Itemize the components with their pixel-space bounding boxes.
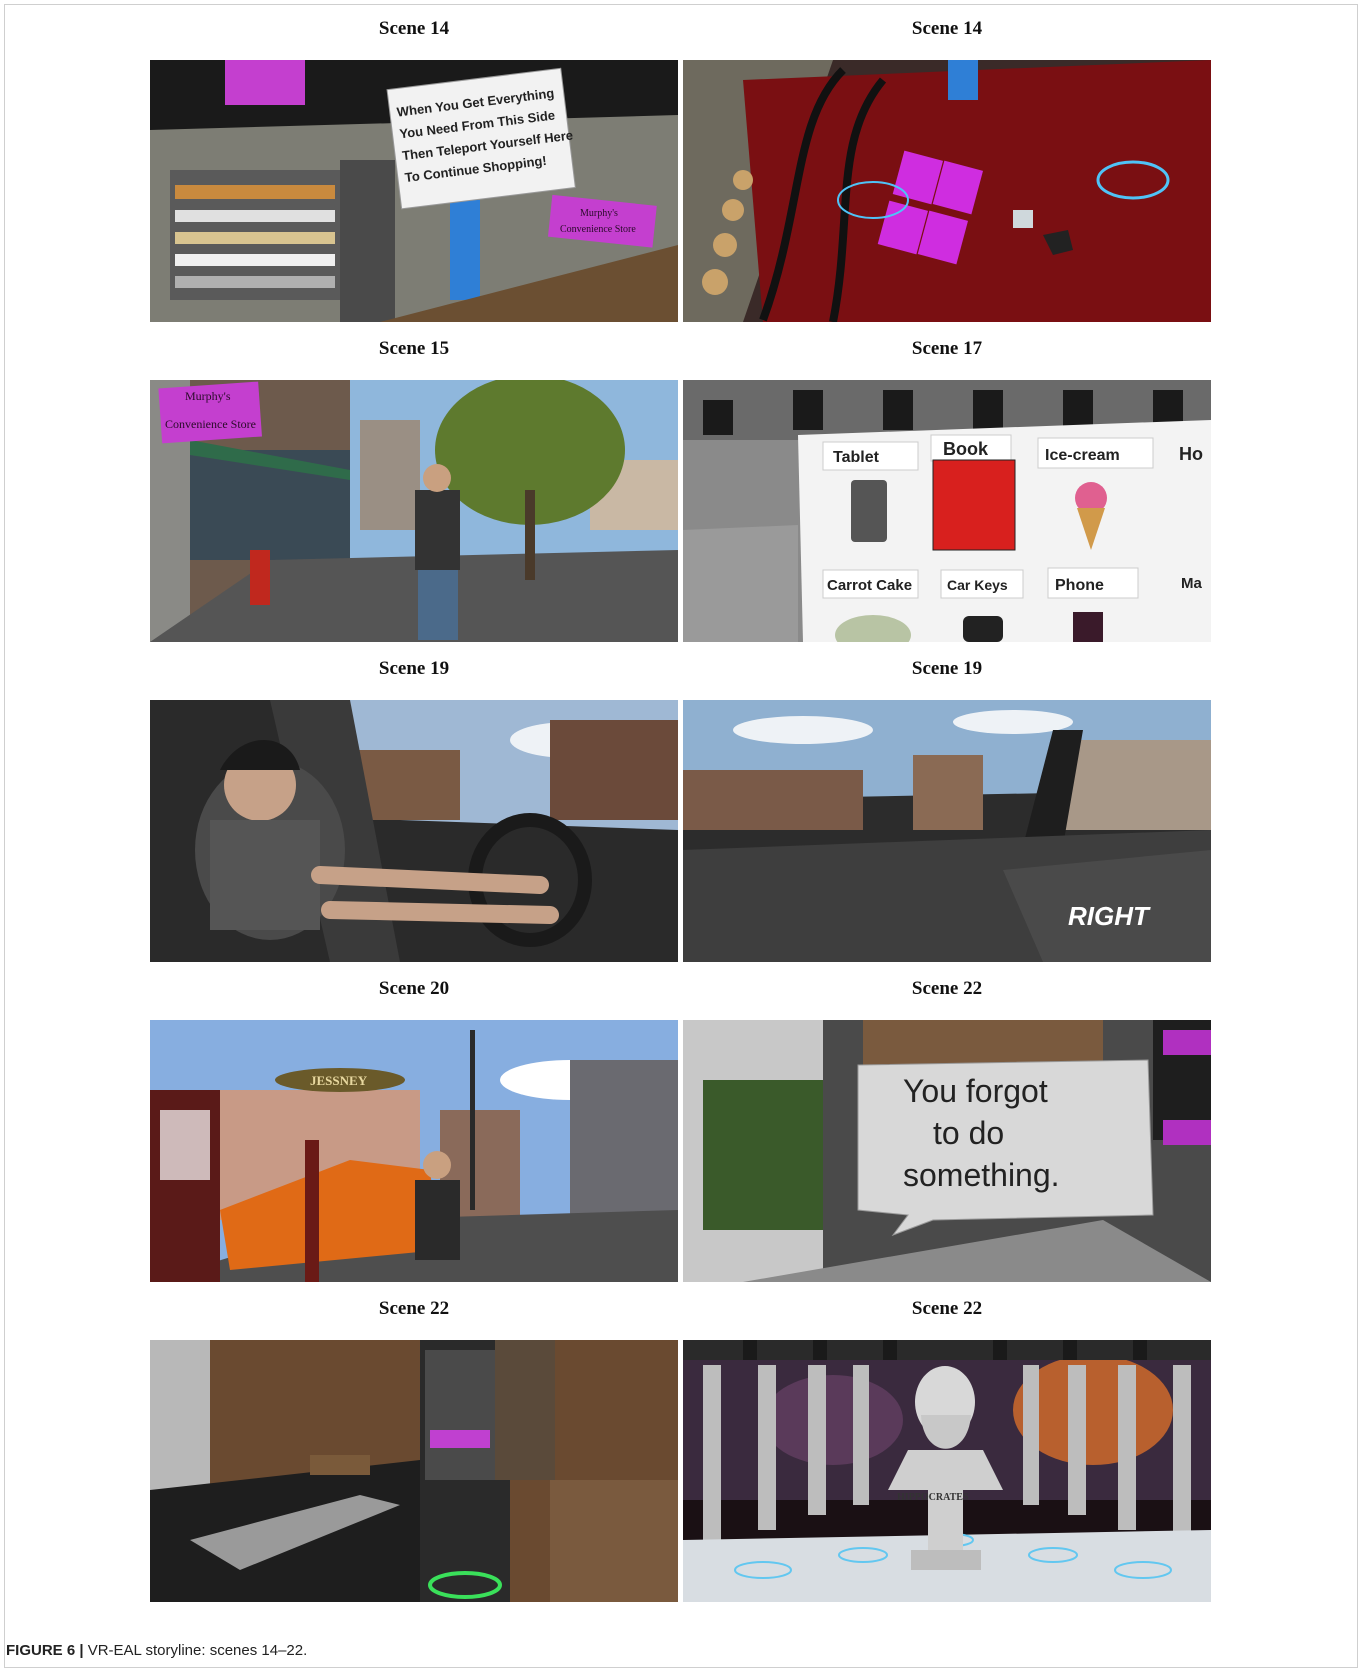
panel-label: Scene 14 bbox=[911, 18, 983, 39]
item-label: Book bbox=[943, 439, 989, 459]
scene-20-gas-station-image: JESSNEY bbox=[150, 1020, 678, 1282]
item-label: Ho bbox=[1179, 444, 1203, 464]
item-label: Carrot Cake bbox=[827, 577, 912, 594]
item-label: Ice-cream bbox=[1045, 447, 1120, 464]
panel-label: Scene 22 bbox=[911, 1298, 983, 1319]
panel-label: Scene 14 bbox=[378, 18, 450, 39]
panel-label: Scene 19 bbox=[911, 658, 983, 679]
scene-19-driver-image bbox=[150, 700, 678, 962]
scene-22-hippocrates-image: HIPPOCRATES bbox=[683, 1340, 1211, 1602]
bust-label: HIPPOCRATES bbox=[897, 1492, 969, 1503]
panel-label: Scene 19 bbox=[378, 658, 450, 679]
store-sign-line: Murphy's bbox=[185, 389, 231, 403]
scene-15-street-image: Murphy's Convenience Store bbox=[150, 380, 678, 642]
scene-17-items-image: Tablet Book Ice-cream Ho Carrot Cake Car… bbox=[683, 380, 1211, 642]
caption-text: VR-EAL storyline: scenes 14–22. bbox=[83, 1642, 308, 1659]
panel-label: Scene 22 bbox=[378, 1298, 450, 1319]
scene-14-store-image: When You Get Everything You Need From Th… bbox=[150, 60, 678, 322]
bubble-line: something. bbox=[903, 1157, 1060, 1193]
store-sign-line: Murphy's bbox=[580, 208, 618, 219]
scene-22-reminder-image: You forgot to do something. bbox=[683, 1020, 1211, 1282]
store-sign-line: Convenience Store bbox=[165, 417, 256, 431]
bubble-line: You forgot bbox=[903, 1073, 1048, 1109]
panel-label: Scene 17 bbox=[911, 338, 983, 359]
item-label: Ma bbox=[1181, 575, 1202, 592]
shop-sign: JESSNEY bbox=[310, 1073, 368, 1088]
panel-label: Scene 15 bbox=[378, 338, 450, 359]
direction-overlay: RIGHT bbox=[1068, 901, 1151, 931]
scene-22-kitchen-image bbox=[150, 1340, 678, 1602]
scene-14-checkout-image bbox=[683, 60, 1211, 322]
item-label: Tablet bbox=[833, 449, 880, 466]
panel-label: Scene 22 bbox=[911, 978, 983, 999]
figure-caption: FIGURE 6 | VR-EAL storyline: scenes 14–2… bbox=[6, 1642, 307, 1659]
bubble-line: to do bbox=[933, 1115, 1004, 1151]
caption-prefix: FIGURE 6 | bbox=[6, 1642, 84, 1659]
scene-19-road-image: RIGHT bbox=[683, 700, 1211, 962]
item-label: Car Keys bbox=[947, 577, 1008, 593]
item-label: Phone bbox=[1055, 577, 1104, 594]
panel-label: Scene 20 bbox=[378, 978, 450, 999]
store-sign-line: Convenience Store bbox=[560, 224, 636, 235]
